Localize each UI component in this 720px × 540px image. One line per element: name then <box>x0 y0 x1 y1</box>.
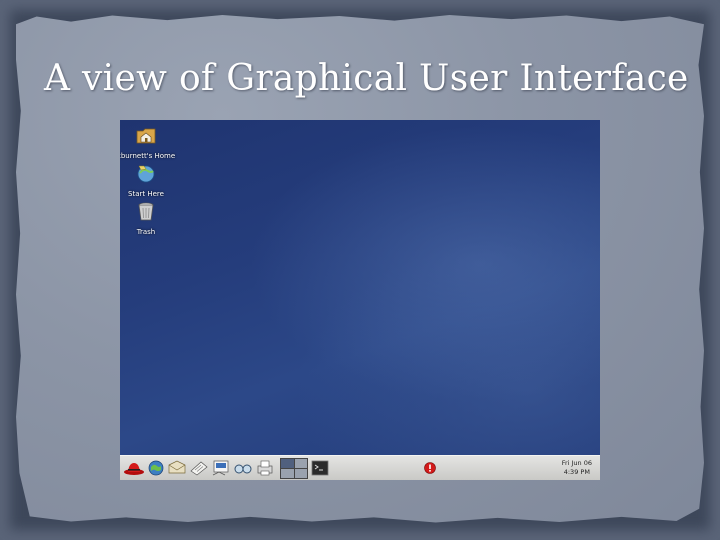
desktop-icon-label: Trash <box>136 228 156 236</box>
clock-time: 4:39 PM <box>563 468 590 476</box>
slide-title: A view of Graphical User Interface <box>44 58 689 99</box>
trash-icon <box>138 202 154 221</box>
update-alert-icon[interactable] <box>423 459 437 477</box>
terminal-icon[interactable] <box>311 459 329 477</box>
desktop-screenshot: kburnett's Home Start Here Trash Fri Jun… <box>120 120 600 480</box>
text-editor-icon[interactable] <box>189 459 209 477</box>
email-icon[interactable] <box>167 459 187 477</box>
clock-date: Fri Jun 06 <box>561 459 592 467</box>
presentation-icon[interactable] <box>211 459 231 477</box>
red-hat-menu-icon[interactable] <box>123 459 145 477</box>
print-manager-icon[interactable] <box>255 459 275 477</box>
desktop-icon-trash[interactable]: Trash <box>120 200 176 236</box>
workspace-4[interactable] <box>294 468 308 479</box>
workspace-switcher[interactable] <box>280 458 308 479</box>
start-here-icon <box>137 165 155 183</box>
desktop-icon-home[interactable]: kburnett's Home <box>120 124 176 160</box>
web-browser-icon[interactable] <box>147 459 165 477</box>
desktop-icon-start-here[interactable]: Start Here <box>120 162 176 198</box>
desktop-icon-label: Start Here <box>128 190 164 198</box>
panel-clock[interactable]: Fri Jun 06 4:39 PM <box>562 459 592 477</box>
image-viewer-icon[interactable] <box>233 459 253 477</box>
home-folder-icon <box>136 128 156 144</box>
workspace-3[interactable] <box>280 468 295 479</box>
taskbar: Fri Jun 06 4:39 PM <box>120 455 600 480</box>
desktop-icon-label: kburnett's Home <box>120 152 176 160</box>
